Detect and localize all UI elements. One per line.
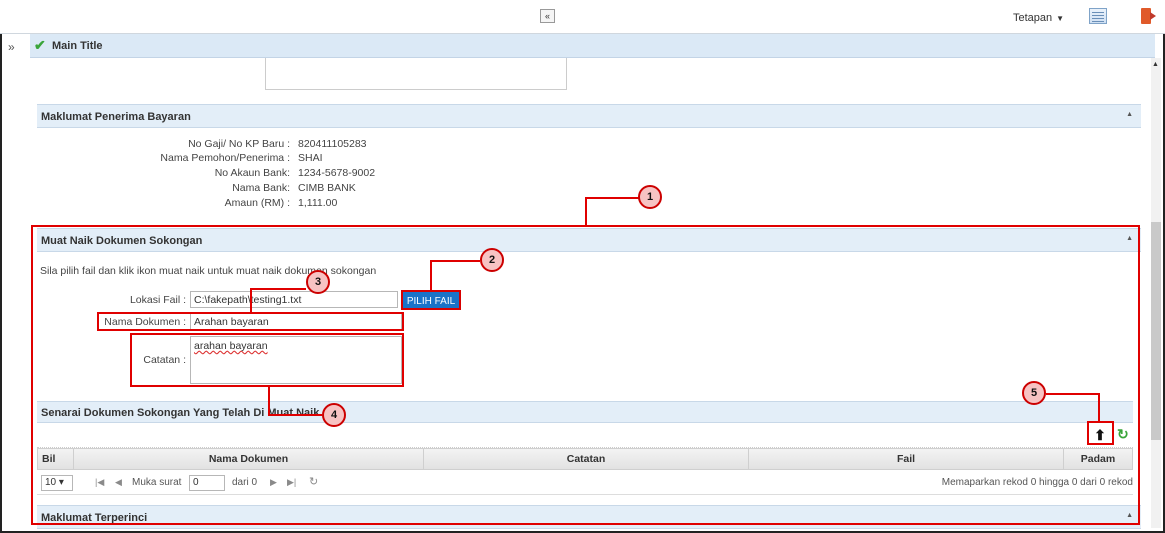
main-title: Main Title: [52, 40, 103, 52]
connector-line: [585, 197, 587, 225]
connector-line: [250, 288, 252, 313]
info-label: No Gaji/ No KP Baru :: [188, 138, 290, 150]
connector-line: [268, 387, 270, 415]
callout-4: 4: [322, 403, 346, 427]
check-icon: ✔: [34, 37, 46, 53]
connector-line: [430, 260, 432, 290]
caret-down-icon: ▼: [1056, 14, 1065, 23]
scroll-up-icon[interactable]: ▲: [1152, 61, 1159, 68]
connector-line: [250, 288, 306, 290]
previous-field-box: [265, 58, 567, 90]
settings-menu[interactable]: Tetapan ▼: [1013, 12, 1064, 24]
section-penerima-header[interactable]: Maklumat Penerima Bayaran ▲: [37, 104, 1141, 128]
annotation-box-nama-dokumen: [97, 312, 404, 331]
callout-5: 5: [1022, 381, 1046, 405]
info-value: CIMB BANK: [298, 182, 356, 194]
info-value: 1234-5678-9002: [298, 167, 376, 179]
main-title-bar: ✔ Main Title: [30, 34, 1155, 58]
info-value: 1,111.00: [298, 197, 338, 209]
connector-line: [268, 414, 322, 416]
info-row: Nama Pemohon/Penerima : SHAI: [60, 152, 322, 166]
info-row: Nama Bank: CIMB BANK: [60, 182, 356, 196]
scrollbar-thumb[interactable]: [1151, 222, 1161, 440]
info-row: Amaun (RM) : 1,111.00: [60, 197, 338, 211]
section-title: Maklumat Penerima Bayaran: [41, 111, 191, 123]
callout-2: 2: [480, 248, 504, 272]
info-value: 820411105283: [298, 138, 367, 150]
info-label: No Akaun Bank:: [214, 167, 290, 179]
connector-line: [1098, 393, 1100, 421]
callout-1: 1: [638, 185, 662, 209]
info-label: Amaun (RM) :: [224, 197, 290, 209]
list-view-icon[interactable]: [1089, 8, 1107, 24]
info-value: SHAI: [298, 152, 323, 164]
logout-icon[interactable]: [1141, 8, 1156, 24]
info-row: No Gaji/ No KP Baru : 820411105283: [60, 138, 366, 152]
settings-label: Tetapan: [1013, 12, 1053, 24]
connector-line: [585, 197, 639, 199]
expand-sidebar-icon[interactable]: »: [8, 40, 15, 54]
top-bar: « Tetapan ▼: [0, 0, 1165, 34]
callout-3: 3: [306, 270, 330, 294]
connector-line: [1046, 393, 1100, 395]
annotation-box-upload-icon: [1087, 421, 1114, 445]
info-label: Nama Pemohon/Penerima :: [160, 152, 290, 164]
collapse-up-icon[interactable]: «: [540, 9, 555, 23]
connector-line: [430, 260, 480, 262]
info-label: Nama Bank:: [232, 182, 290, 194]
collapse-icon[interactable]: ▲: [1126, 111, 1133, 118]
info-row: No Akaun Bank: 1234-5678-9002: [60, 167, 375, 181]
annotation-box-catatan: [130, 333, 404, 387]
